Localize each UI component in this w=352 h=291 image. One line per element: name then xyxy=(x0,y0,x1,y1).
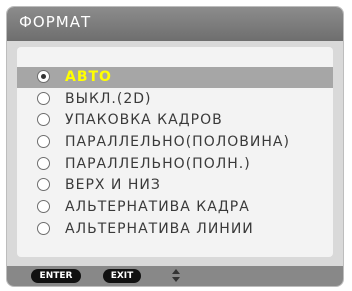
options-panel: АВТО ВЫКЛ.(2D) УПАКОВКА КАДРОВ ПАРАЛЛЕЛЬ… xyxy=(17,47,333,257)
dialog-title: ФОРМАТ xyxy=(19,13,92,31)
radio-icon[interactable] xyxy=(37,113,50,127)
format-dialog: ФОРМАТ АВТО ВЫКЛ.(2D) УПАКОВКА КАДРОВ ПА… xyxy=(6,6,344,287)
radio-selected-icon[interactable] xyxy=(37,70,50,83)
option-frame-alternative[interactable]: АЛЬТЕРНАТИВА КАДРА xyxy=(17,197,333,218)
option-side-by-side-half[interactable]: ПАРАЛЛЕЛЬНО(ПОЛОВИНА) xyxy=(17,132,333,153)
dialog-titlebar: ФОРМАТ xyxy=(7,7,343,41)
arrow-down-icon xyxy=(172,277,180,282)
option-line-alternative[interactable]: АЛЬТЕРНАТИВА ЛИНИИ xyxy=(17,219,333,240)
radio-icon[interactable] xyxy=(37,221,50,235)
option-off-2d[interactable]: ВЫКЛ.(2D) xyxy=(17,89,333,110)
dialog-footer: ENTER EXIT xyxy=(7,266,343,286)
option-label: АВТО xyxy=(65,69,112,85)
up-down-arrows-icon xyxy=(172,269,180,283)
option-label: АЛЬТЕРНАТИВА ЛИНИИ xyxy=(65,220,254,237)
radio-icon[interactable] xyxy=(37,200,50,214)
option-top-and-bottom[interactable]: ВЕРХ И НИЗ xyxy=(17,175,333,196)
exit-key-button[interactable]: EXIT xyxy=(103,269,141,283)
option-label: ВЕРХ И НИЗ xyxy=(65,177,161,194)
option-label: УПАКОВКА КАДРОВ xyxy=(65,112,223,129)
option-label: ПАРАЛЛЕЛЬНО(ПОЛОВИНА) xyxy=(65,134,290,151)
radio-icon[interactable] xyxy=(37,178,50,192)
radio-icon[interactable] xyxy=(37,135,50,149)
option-side-by-side-full[interactable]: ПАРАЛЛЕЛЬНО(ПОЛН.) xyxy=(17,154,333,175)
option-auto[interactable]: АВТО xyxy=(17,67,333,88)
enter-key-button[interactable]: ENTER xyxy=(31,269,81,283)
radio-icon[interactable] xyxy=(37,91,50,105)
radio-icon[interactable] xyxy=(37,156,50,170)
option-frame-packing[interactable]: УПАКОВКА КАДРОВ xyxy=(17,110,333,131)
option-label: ПАРАЛЛЕЛЬНО(ПОЛН.) xyxy=(65,155,251,172)
format-options-list: АВТО ВЫКЛ.(2D) УПАКОВКА КАДРОВ ПАРАЛЛЕЛЬ… xyxy=(17,67,333,241)
option-label: ВЫКЛ.(2D) xyxy=(65,90,152,107)
option-label: АЛЬТЕРНАТИВА КАДРА xyxy=(65,199,250,216)
arrow-up-icon xyxy=(172,269,180,274)
